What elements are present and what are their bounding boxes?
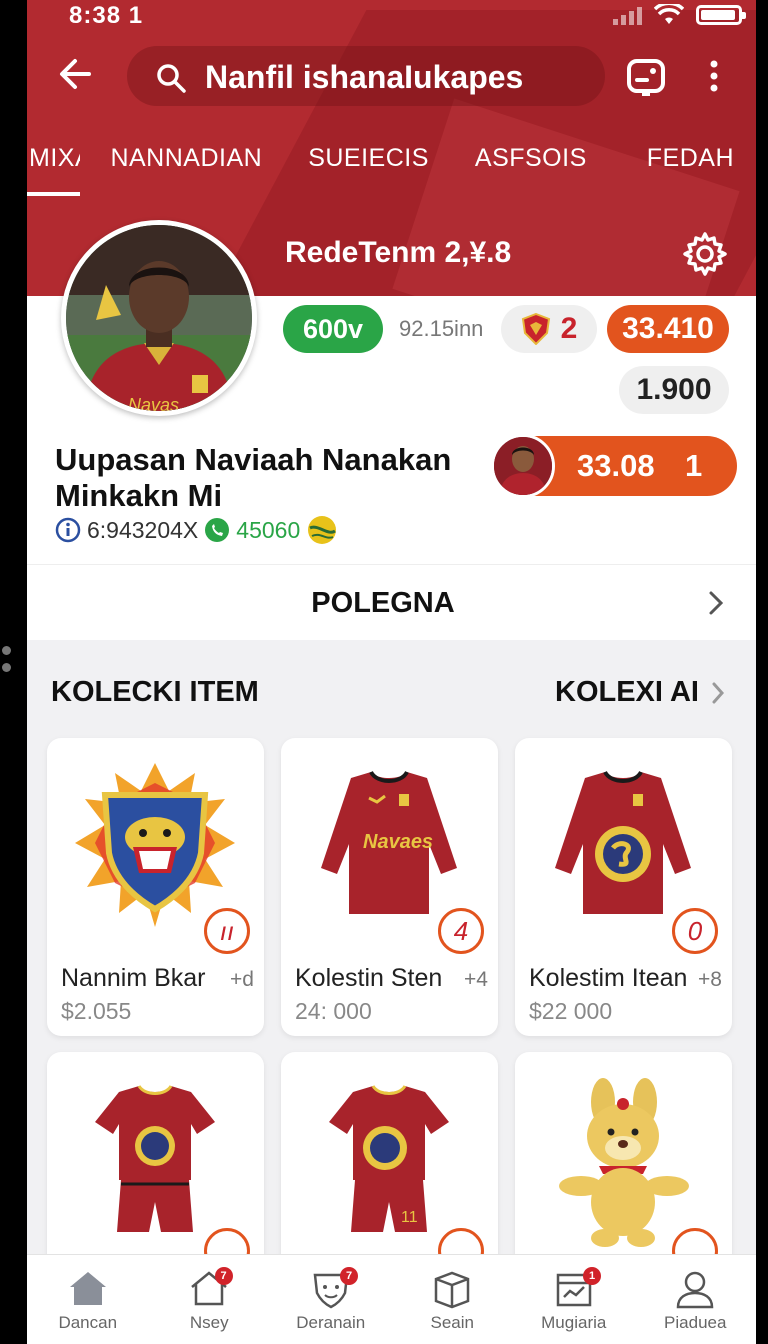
collection-heading: KOLECKI ITEM bbox=[51, 676, 259, 708]
item-count-badge: 4 bbox=[438, 908, 484, 954]
points-value: 92.15inn bbox=[399, 316, 484, 341]
level-badge[interactable]: 600v bbox=[283, 305, 383, 353]
gear-icon[interactable] bbox=[681, 230, 729, 278]
item-price: $2.055 bbox=[61, 998, 132, 1024]
nav-label: Mugiaria bbox=[541, 1313, 607, 1332]
battery-icon bbox=[696, 5, 746, 25]
nav-profile[interactable]: Piaduea bbox=[635, 1255, 757, 1344]
mascot-plush-image bbox=[559, 1078, 689, 1247]
item-title: Nannim Bkar bbox=[61, 964, 206, 992]
tab-1[interactable]: MIXAIN bbox=[27, 130, 81, 196]
item-price: 24: 000 bbox=[295, 998, 372, 1024]
svg-text:Navaes: Navaes bbox=[363, 831, 433, 853]
profile-icon bbox=[676, 1271, 714, 1309]
item-quantity: +8 bbox=[698, 968, 722, 991]
tab-3[interactable]: SUEIECIS bbox=[306, 130, 451, 196]
item-count-badge: 0 bbox=[672, 908, 718, 954]
kit-with-shorts-image: 11 bbox=[329, 1085, 449, 1232]
nav-label: Piaduea bbox=[664, 1313, 727, 1332]
more-menu-icon[interactable] bbox=[699, 56, 729, 96]
rank-pill[interactable]: 2 bbox=[501, 305, 597, 353]
nav-home[interactable]: Dancan bbox=[27, 1255, 149, 1344]
featured-player-pill[interactable]: 33.08 1 bbox=[491, 434, 737, 498]
collection-see-all[interactable]: KOLEXI AI bbox=[555, 676, 725, 709]
player-avatar[interactable]: Navas bbox=[61, 220, 257, 416]
coin-balance: 45060 bbox=[236, 516, 301, 543]
category-tabs: MIXAIN NANNADIAN SUEIECIS ASFSOIS FEDAH bbox=[27, 130, 756, 196]
player-name: Uupasan Naviaah Nanakan Minkakn Mi bbox=[55, 442, 452, 513]
nav-badge: 1 bbox=[583, 1267, 601, 1285]
kit-with-shorts-image bbox=[95, 1085, 215, 1232]
tab-2[interactable]: NANNADIAN bbox=[108, 130, 284, 196]
gems-pill[interactable]: 1.900 bbox=[619, 366, 729, 414]
scan-icon[interactable] bbox=[625, 56, 667, 98]
ball-icon bbox=[308, 516, 337, 544]
tab-4[interactable]: ASFSOIS bbox=[473, 130, 609, 196]
nav-label: Seain bbox=[430, 1313, 474, 1332]
chevron-right-icon bbox=[712, 682, 724, 703]
nav-badge: 7 bbox=[340, 1267, 358, 1285]
nav-badge: 7 bbox=[214, 1267, 233, 1285]
status-time: 8:38 1 bbox=[69, 2, 144, 29]
whatsapp-icon bbox=[205, 518, 230, 542]
nav-2[interactable]: 7 Nsey bbox=[149, 1255, 271, 1344]
back-arrow-icon[interactable] bbox=[55, 54, 95, 94]
featured-value: 33.08 bbox=[577, 448, 655, 483]
bottom-nav: Dancan 7 Nsey 7 Deranain Seain 1 Mugiari… bbox=[27, 1254, 756, 1344]
tab-5[interactable]: FEDAH bbox=[645, 130, 756, 196]
club-crest-icon bbox=[521, 313, 550, 345]
top-bar: Nanfil ishanaIukapes bbox=[27, 44, 756, 108]
more-label: POLEGNA bbox=[311, 587, 455, 619]
collection-item[interactable]: 0 Kolestim Itean +8 $22 000 bbox=[515, 738, 732, 1036]
team-title: RedeTenm 2,¥.8 bbox=[285, 236, 512, 269]
wifi-icon bbox=[654, 4, 684, 24]
item-quantity: +d bbox=[230, 968, 254, 991]
svg-text:Navas: Navas bbox=[128, 395, 179, 411]
featured-player-avatar bbox=[491, 434, 555, 498]
info-icon bbox=[55, 517, 81, 543]
nav-3[interactable]: 7 Deranain bbox=[270, 1255, 392, 1344]
nav-label: Nsey bbox=[189, 1313, 229, 1332]
featured-count: 1 bbox=[685, 448, 703, 483]
edge-indicator bbox=[2, 646, 12, 680]
search-icon bbox=[157, 64, 186, 93]
status-bar: 8:38 1 bbox=[27, 0, 756, 34]
chevron-right-icon bbox=[709, 591, 724, 615]
collection-item[interactable]: Navaes 4 Kolestin Sten +4 24: 000 bbox=[281, 738, 498, 1036]
item-count-badge: ıı bbox=[204, 908, 250, 954]
item-price: $22 000 bbox=[529, 998, 613, 1024]
nav-label: Deranain bbox=[296, 1313, 366, 1332]
item-title: Kolestin Sten bbox=[295, 964, 443, 992]
nav-label: Dancan bbox=[58, 1313, 118, 1332]
collection-link-label: KOLEXI AI bbox=[555, 676, 699, 708]
item-title: Kolestim Itean bbox=[529, 964, 688, 992]
svg-text:11: 11 bbox=[401, 1209, 418, 1226]
search-bar[interactable]: Nanfil ishanaIukapes bbox=[127, 46, 605, 106]
coins-pill[interactable]: 33.410 bbox=[607, 305, 729, 353]
rank-value: 2 bbox=[560, 312, 578, 345]
item-quantity: +4 bbox=[464, 968, 488, 991]
nav-4[interactable]: Seain bbox=[392, 1255, 514, 1344]
more-row[interactable]: POLEGNA bbox=[27, 564, 756, 640]
home-icon bbox=[69, 1272, 106, 1305]
collection-item[interactable]: ıı Nannim Bkar +d $2.055 bbox=[47, 738, 264, 1036]
app-screen: 8:38 1 Nanfil ishanaIukapes MIXAIN NANNA… bbox=[27, 0, 756, 1344]
nav-5[interactable]: 1 Mugiaria bbox=[513, 1255, 635, 1344]
player-stats: 6:943204X 45060 bbox=[55, 514, 338, 546]
box-icon bbox=[435, 1271, 470, 1309]
search-input[interactable]: Nanfil ishanaIukapes bbox=[205, 59, 523, 96]
player-id: 6:943204X bbox=[87, 516, 199, 543]
signal-icon bbox=[613, 5, 642, 25]
